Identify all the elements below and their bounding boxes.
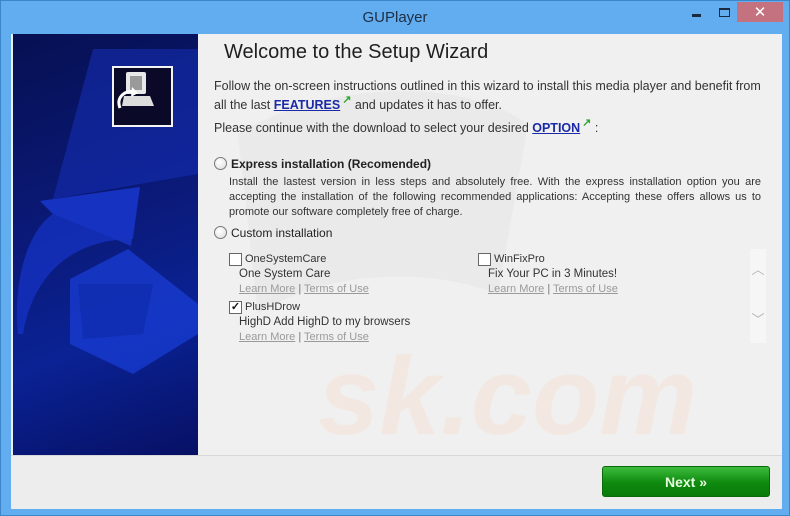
minimize-button[interactable] [683,2,709,22]
svg-text:sk.com: sk.com [318,335,697,455]
express-installation-description: Install the lastest version in less step… [229,176,761,218]
footer-divider [11,455,782,456]
installer-window: GUPlayer ✕ sk.com Welcome to the Setup W… [0,0,790,516]
terms-of-use-link[interactable]: Terms of Use [304,331,369,343]
offer-links: Learn More | Terms of Use [488,283,618,295]
intro-text-part2: and updates it has to offer. [351,98,502,112]
external-link-icon: ↗ [582,117,592,129]
terms-of-use-link[interactable]: Terms of Use [553,283,618,295]
terms-of-use-link[interactable]: Terms of Use [304,283,369,295]
continue-text-label: Please continue with the download to sel… [214,121,533,135]
offer-description: Fix Your PC in 3 Minutes! [488,268,618,280]
side-banner [13,34,198,455]
option-link[interactable]: OPTION [532,121,580,135]
offers-list: OneSystemCare One System Care Learn More… [229,249,739,349]
next-button[interactable]: Next » [602,466,770,497]
wizard-client-area: sk.com Welcome to the Setup Wizard Follo… [11,34,782,509]
continue-text: Please continue with the download to sel… [214,117,599,135]
intro-text: Follow the on-screen instructions outlin… [214,77,774,116]
offer-links: Learn More | Terms of Use [239,283,369,295]
express-installation-label[interactable]: Express installation (Recomended) [231,157,431,171]
express-installation-radio[interactable] [214,157,227,170]
external-link-icon: ↗ [342,94,352,106]
scroll-up-icon[interactable]: ︿ [750,259,766,278]
maximize-icon [718,7,730,17]
learn-more-link[interactable]: Learn More [239,283,295,295]
learn-more-link[interactable]: Learn More [488,283,544,295]
offers-scrollbar[interactable]: ︿ ﹀ [750,249,766,343]
offer-checkbox-plushdrow[interactable]: ✓ [229,301,242,314]
custom-installation-label[interactable]: Custom installation [231,226,332,240]
custom-installation-radio[interactable] [214,226,227,239]
offer-description: One System Care [239,268,331,280]
wizard-heading: Welcome to the Setup Wizard [224,41,489,63]
title-bar[interactable]: GUPlayer ✕ [1,1,789,34]
minimize-icon [691,13,701,17]
window-title: GUPlayer [362,9,428,26]
offer-description: HighD Add HighD to my browsers [239,316,411,328]
offer-name: PlusHDrow [245,301,301,313]
scroll-down-icon[interactable]: ﹀ [750,309,766,328]
maximize-button[interactable] [711,2,737,22]
close-button[interactable]: ✕ [737,2,783,22]
wizard-content: sk.com Welcome to the Setup Wizard Follo… [198,34,782,455]
app-logo [112,66,173,127]
offer-name: OneSystemCare [245,253,327,265]
checkmark-icon: ✓ [230,301,241,313]
installer-computer-icon [117,72,154,109]
continue-suffix: : [591,121,599,135]
offer-name: WinFixPro [494,253,545,265]
learn-more-link[interactable]: Learn More [239,331,295,343]
link-separator: | [298,283,302,295]
features-link[interactable]: FEATURES [274,98,340,112]
link-separator: | [547,283,551,295]
offer-checkbox-onesystemcare[interactable] [229,253,242,266]
close-icon: ✕ [753,4,767,21]
offer-checkbox-winfixpro[interactable] [478,253,491,266]
link-separator: | [298,331,302,343]
offer-links: Learn More | Terms of Use [239,331,369,343]
